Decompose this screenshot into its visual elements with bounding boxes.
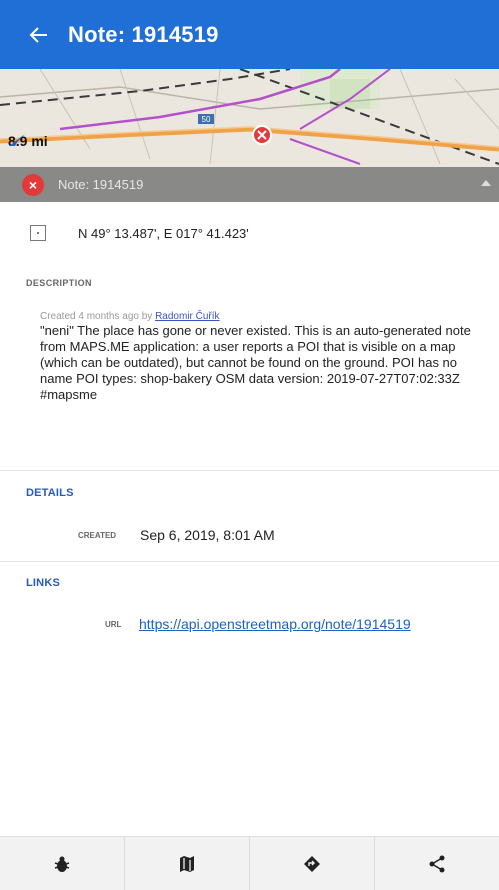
distance-indicator: 8.9 mi xyxy=(8,133,48,149)
share-button[interactable] xyxy=(375,837,499,890)
note-strip-title: Note: 1914519 xyxy=(58,177,144,192)
bug-icon xyxy=(54,856,70,872)
created-by-line: Created 4 months ago by Radomir Čuřík xyxy=(40,311,480,322)
map-preview[interactable]: 50 8.9 mi × Note: 1914519 xyxy=(0,69,499,202)
bottom-action-bar xyxy=(0,836,499,890)
app-bar: Note: 1914519 xyxy=(0,0,499,69)
coordinates-row[interactable]: N 49° 13.487', E 017° 41.423' xyxy=(0,218,499,248)
share-icon xyxy=(429,855,445,872)
url-link[interactable]: https://api.openstreetmap.org/note/19145… xyxy=(139,616,411,632)
divider xyxy=(0,561,499,562)
note-title-strip[interactable]: × Note: 1914519 xyxy=(0,167,499,202)
author-link[interactable]: Radomir Čuřík xyxy=(155,311,219,322)
page-title: Note: 1914519 xyxy=(68,21,219,47)
direction-arrow-icon xyxy=(9,134,25,146)
location-icon xyxy=(30,225,46,241)
map-icon xyxy=(180,855,194,872)
description-block: Created 4 months ago by Radomir Čuřík "n… xyxy=(40,311,480,403)
close-circle-icon: × xyxy=(22,173,44,196)
bug-button[interactable] xyxy=(0,837,125,890)
coordinates-text: N 49° 13.487', E 017° 41.423' xyxy=(78,225,249,241)
chevron-up-icon[interactable] xyxy=(481,180,491,186)
url-key: URL xyxy=(105,620,122,629)
description-label: DESCRIPTION xyxy=(26,278,92,288)
map-button[interactable] xyxy=(125,837,250,890)
created-prefix: Created 4 months ago by xyxy=(40,311,156,322)
links-label: LINKS xyxy=(26,577,60,589)
created-key: CREATED xyxy=(78,531,117,540)
arrow-left-icon xyxy=(29,26,47,43)
road-number-label: 50 xyxy=(202,115,211,124)
navigate-icon xyxy=(304,855,320,872)
navigate-button[interactable] xyxy=(250,837,375,890)
back-button[interactable] xyxy=(28,24,50,46)
divider xyxy=(0,470,499,471)
created-value: Sep 6, 2019, 8:01 AM xyxy=(140,527,275,543)
details-label: DETAILS xyxy=(26,487,74,499)
description-text: "neni" The place has gone or never exist… xyxy=(40,323,471,402)
